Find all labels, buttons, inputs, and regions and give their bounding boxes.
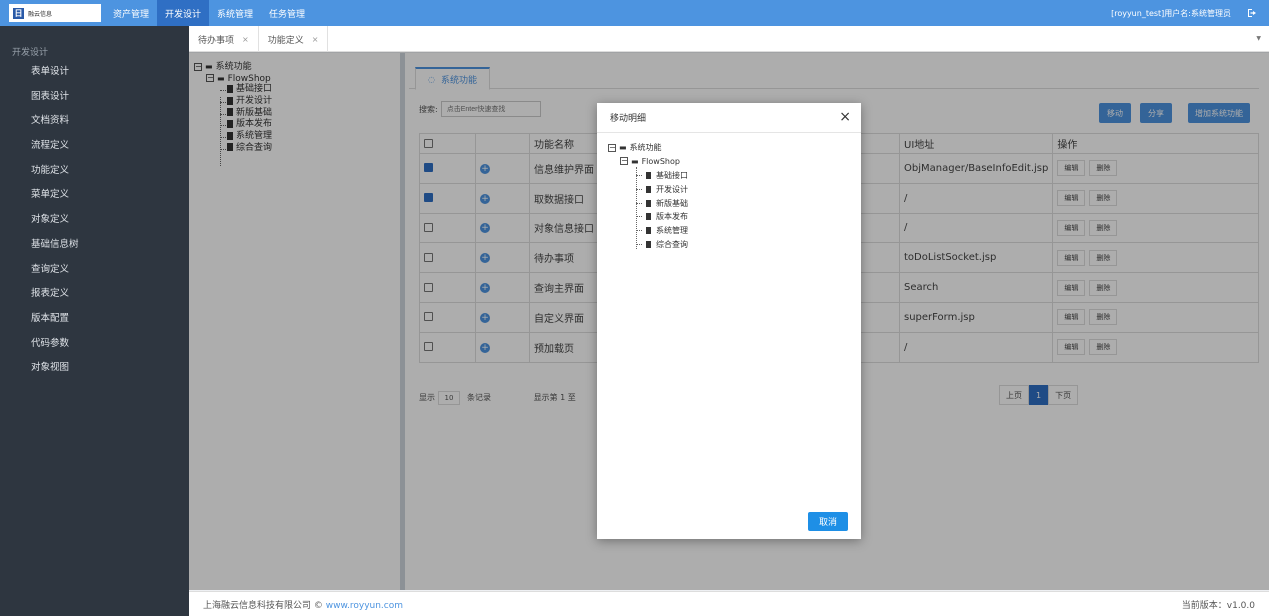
sidebar-item-object-def[interactable]: 对象定义 xyxy=(0,208,189,233)
tree-node-label: 新版基础 xyxy=(656,198,688,208)
sidebar-item-chart-design[interactable]: 图表设计 xyxy=(0,85,189,110)
company-name: 上海融云信息科技有限公司 © xyxy=(203,600,323,611)
company-link[interactable]: www.royyun.com xyxy=(326,601,403,611)
sidebar-item-version-config[interactable]: 版本配置 xyxy=(0,307,189,332)
sidebar-item-base-info-tree[interactable]: 基础信息树 xyxy=(0,233,189,258)
close-icon[interactable]: × xyxy=(839,109,851,125)
sidebar-item-menu-def[interactable]: 菜单定义 xyxy=(0,183,189,208)
sidebar-item-code-params[interactable]: 代码参数 xyxy=(0,332,189,357)
file-icon xyxy=(646,185,651,193)
dialog-title: 移动明细 xyxy=(610,114,647,124)
nav-item-dev-design[interactable]: 开发设计 xyxy=(157,0,210,26)
move-target-tree: − ▬ 系统功能 − ▬ FlowShop 基础接口 开发设计 新版基础 版本发布 系统… xyxy=(608,141,688,252)
tree-node-leaf[interactable]: 基础接口 xyxy=(608,169,688,183)
current-user[interactable]: [royyun_test]用户名:系统管理员 xyxy=(1111,0,1231,26)
tree-node-root[interactable]: − ▬ 系统功能 xyxy=(608,141,688,155)
file-icon xyxy=(646,199,651,207)
logo-text: 融云信息 xyxy=(28,10,53,18)
tab-label: 待办事项 xyxy=(198,35,235,46)
tab-label: 功能定义 xyxy=(267,35,304,46)
tree-node-flowshop[interactable]: − ▬ FlowShop xyxy=(608,155,688,169)
file-icon xyxy=(646,213,651,221)
cancel-button[interactable]: 取消 xyxy=(808,512,848,531)
dialog-header: 移动明细 × xyxy=(597,103,861,133)
sidebar-item-query-def[interactable]: 查询定义 xyxy=(0,258,189,283)
move-detail-dialog: 移动明细 × − ▬ 系统功能 − ▬ FlowShop 基础接口 开发设计 新版基础 … xyxy=(597,103,861,539)
collapse-icon[interactable]: − xyxy=(620,157,628,166)
tree-node-leaf[interactable]: 开发设计 xyxy=(608,183,688,197)
top-navbar: 日 融云信息 资产管理 开发设计 系统管理 任务管理 [royyun_test]… xyxy=(0,0,1269,26)
logo-mark-icon: 日 xyxy=(13,7,24,19)
sidebar-item-report-def[interactable]: 报表定义 xyxy=(0,282,189,307)
tree-node-label: FlowShop xyxy=(641,156,680,166)
chevron-down-icon[interactable]: ▼ xyxy=(1256,35,1261,42)
tree-node-leaf[interactable]: 新版基础 xyxy=(608,197,688,211)
sidebar-title: 开发设计 xyxy=(12,48,49,58)
sidebar: 开发设计 表单设计 图表设计 文档资料 流程定义 功能定义 菜单定义 对象定义 … xyxy=(0,26,189,616)
folder-open-icon: ▬ xyxy=(631,156,639,166)
brand-logo[interactable]: 日 融云信息 xyxy=(9,4,101,22)
tab-function-def[interactable]: 功能定义 × xyxy=(259,26,329,52)
nav-item-system[interactable]: 系统管理 xyxy=(209,0,261,26)
collapse-icon[interactable]: − xyxy=(608,143,616,152)
file-icon xyxy=(646,171,651,179)
file-icon xyxy=(646,227,651,235)
sidebar-item-function-def[interactable]: 功能定义 xyxy=(0,159,189,184)
tree-node-label: 基础接口 xyxy=(656,170,688,180)
tree-node-label: 版本发布 xyxy=(656,212,688,222)
sidebar-item-object-view[interactable]: 对象视图 xyxy=(0,356,189,381)
sidebar-item-documents[interactable]: 文档资料 xyxy=(0,109,189,134)
nav-item-assets[interactable]: 资产管理 xyxy=(105,0,157,26)
main-nav: 资产管理 开发设计 系统管理 任务管理 xyxy=(105,0,313,26)
tree-node-label: 开发设计 xyxy=(656,184,688,194)
page-footer: 上海融云信息科技有限公司 © www.royyun.com 当前版本：v1.0.… xyxy=(189,591,1269,616)
tree-node-leaf[interactable]: 综合查询 xyxy=(608,238,688,252)
tree-node-leaf[interactable]: 系统管理 xyxy=(608,224,688,238)
close-icon[interactable]: × xyxy=(242,35,249,44)
nav-item-tasks[interactable]: 任务管理 xyxy=(261,0,313,26)
tab-todo[interactable]: 待办事项 × xyxy=(189,26,259,52)
sidebar-item-process-def[interactable]: 流程定义 xyxy=(0,134,189,159)
sidebar-item-form-design[interactable]: 表单设计 xyxy=(0,60,189,85)
logout-icon[interactable] xyxy=(1247,8,1257,18)
close-icon[interactable]: × xyxy=(312,35,319,44)
page-tabbar: 待办事项 × 功能定义 × ▼ xyxy=(189,26,1269,52)
tree-node-label: 系统管理 xyxy=(656,226,688,236)
tree-node-label: 综合查询 xyxy=(656,240,688,250)
copyright: 上海融云信息科技有限公司 © www.royyun.com xyxy=(203,598,403,611)
tree-node-leaf[interactable]: 版本发布 xyxy=(608,210,688,224)
version-label: 当前版本：v1.0.0 xyxy=(1181,600,1255,611)
tree-node-label: 系统功能 xyxy=(629,143,662,152)
file-icon xyxy=(646,241,651,249)
folder-open-icon: ▬ xyxy=(619,143,627,152)
